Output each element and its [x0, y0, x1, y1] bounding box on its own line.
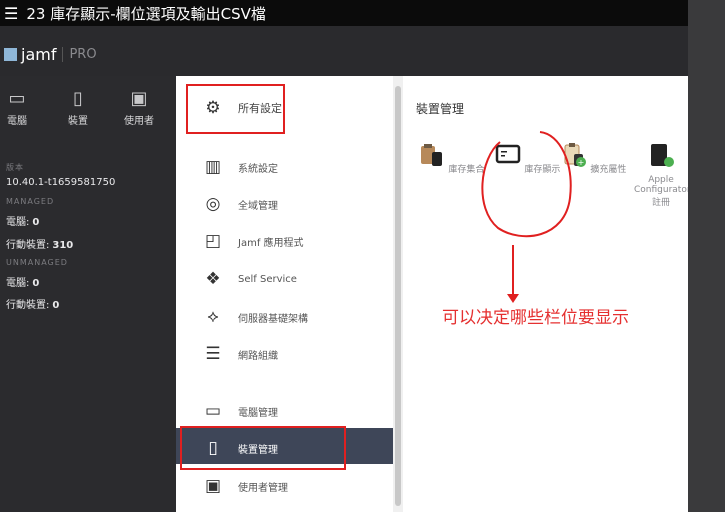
unmanaged-devices: 行動裝置: 0 — [6, 296, 59, 311]
nav-system-settings[interactable]: ▥ 系統設定 — [202, 155, 278, 179]
highlight-inventory-display-circle — [481, 131, 572, 238]
nav-self-service-label: Self Service — [238, 273, 297, 285]
user-badge-icon: ▣ — [204, 476, 222, 496]
tab-computers[interactable]: ▭ 電腦 — [0, 88, 42, 128]
settings-nav-scrollbar[interactable] — [393, 76, 403, 512]
nav-network[interactable]: ☰ 網路組織 — [202, 342, 278, 366]
managed-computers: 電腦: 0 — [6, 213, 39, 228]
self-service-icon: ❖ — [205, 269, 221, 289]
unmanaged-computers-label: 電腦: — [6, 278, 30, 289]
menu-icon[interactable]: ☰ — [4, 4, 18, 23]
unmanaged-computers-count: 0 — [32, 278, 40, 289]
unmanaged-devices-label: 行動裝置: — [6, 300, 50, 311]
laptop-icon: ▭ — [204, 401, 222, 421]
jamf-logo[interactable]: jamf PRO — [4, 45, 97, 64]
version-label: 版本 — [6, 163, 24, 172]
right-edge-strip — [688, 0, 725, 512]
app-header — [0, 26, 688, 76]
nav-server-infrastructure-label: 伺服器基礎架構 — [238, 313, 308, 325]
server-infrastructure-icon: ⟡ — [207, 307, 219, 327]
nav-jamf-apps-label: Jamf 應用程式 — [238, 237, 304, 249]
nav-jamf-apps[interactable]: ◰ Jamf 應用程式 — [202, 229, 304, 253]
mobile-device-icon: ▯ — [73, 88, 83, 109]
nav-self-service[interactable]: ❖ Self Service — [202, 267, 297, 291]
nav-computer-management[interactable]: ▭ 電腦管理 — [202, 399, 278, 423]
managed-devices: 行動裝置: 310 — [6, 236, 73, 251]
apple-configurator-icon — [651, 144, 674, 167]
system-settings-icon: ▥ — [204, 157, 222, 177]
brand-name: jamf — [21, 45, 57, 64]
tab-users-label: 使用者 — [124, 116, 154, 127]
video-title-bar: ☰ 23 庫存顯示-欄位選項及輸出CSV檔 — [0, 0, 688, 26]
managed-devices-count: 310 — [52, 240, 74, 251]
nav-user-management[interactable]: ▣ 使用者管理 — [202, 474, 288, 498]
video-title: 23 庫存顯示-欄位選項及輸出CSV檔 — [26, 4, 266, 23]
user-badge-icon: ▣ — [130, 88, 148, 109]
annotation-text: 可以决定哪些栏位要显示 — [442, 308, 629, 328]
inventory-collection-icon — [420, 144, 442, 166]
laptop-icon: ▭ — [8, 88, 26, 109]
nav-network-label: 網路組織 — [238, 350, 278, 362]
tab-devices[interactable]: ▯ 裝置 — [53, 88, 103, 128]
managed-computers-label: 電腦: — [6, 217, 30, 228]
unmanaged-label: UNMANAGED — [6, 258, 68, 267]
tile-apple-configurator[interactable]: Apple Configurator 註冊 — [634, 142, 688, 208]
tab-users[interactable]: ▣ 使用者 — [114, 88, 164, 128]
tab-computers-label: 電腦 — [7, 116, 27, 127]
content-title: 裝置管理 — [416, 102, 465, 116]
nav-global-management[interactable]: ◎ 全域管理 — [202, 192, 278, 216]
network-icon: ☰ — [205, 344, 221, 364]
version-value: 10.40.1-t1659581750 — [6, 177, 116, 188]
tab-devices-label: 裝置 — [68, 116, 88, 127]
nav-system-settings-label: 系統設定 — [238, 163, 278, 175]
unmanaged-computers: 電腦: 0 — [6, 274, 39, 289]
scrollbar-thumb[interactable] — [395, 86, 401, 506]
managed-label: MANAGED — [6, 197, 55, 206]
annotation-arrow — [512, 245, 514, 297]
unmanaged-devices-count: 0 — [52, 300, 60, 311]
tile-apple-configurator-label: Apple Configurator 註冊 — [634, 175, 688, 208]
nav-global-management-label: 全域管理 — [238, 200, 278, 212]
managed-devices-label: 行動裝置: — [6, 240, 50, 251]
jamf-logo-icon — [4, 48, 17, 61]
left-sidebar — [0, 76, 176, 512]
brand-edition: PRO — [62, 47, 97, 62]
nav-user-management-label: 使用者管理 — [238, 482, 288, 494]
managed-computers-count: 0 — [32, 217, 40, 228]
tile-extension-attributes-label: 擴充屬性 — [590, 165, 627, 175]
globe-icon: ◎ — [205, 194, 221, 214]
nav-computer-management-label: 電腦管理 — [238, 407, 278, 419]
annotation-arrowhead — [507, 294, 519, 303]
jamf-apps-icon: ◰ — [204, 231, 222, 251]
highlight-device-management — [180, 426, 346, 470]
nav-server-infrastructure[interactable]: ⟡ 伺服器基礎架構 — [202, 305, 308, 329]
highlight-all-settings — [186, 84, 285, 134]
